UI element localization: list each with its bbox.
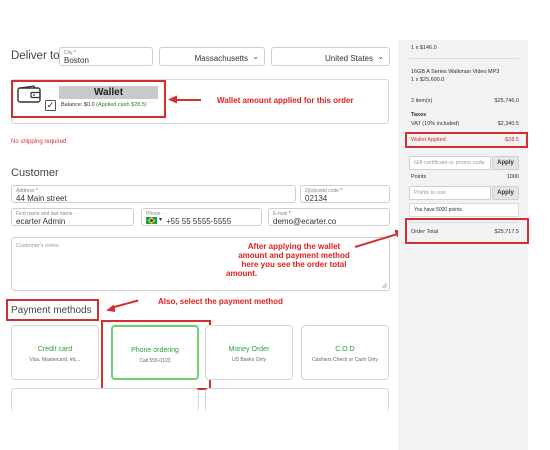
annotation-arrow	[173, 99, 201, 101]
items-total: $25,746.0	[494, 98, 519, 104]
cart-item-line: 1 x $146.0	[411, 45, 437, 51]
phone-value: +55 55 5555-5555	[166, 217, 232, 226]
brazil-flag-icon	[146, 216, 157, 225]
shipping-notice: No shipping required	[11, 139, 67, 145]
payment-method-name: Phone ordering	[131, 347, 179, 354]
customer-heading: Customer	[11, 167, 59, 179]
cart-item-name: 16GB A Series Walkman Video MP3	[411, 69, 500, 75]
chevron-down-icon[interactable]: ▾	[159, 216, 162, 223]
payment-method-credit-card[interactable]: Credit card Visa, Mastercard, etc...	[11, 325, 99, 380]
vat-label: VAT (10% included)	[411, 121, 459, 127]
city-field[interactable]: City * Boston	[59, 47, 153, 66]
zip-value: 02134	[305, 194, 328, 203]
notes-placeholder: Customer's notes	[16, 243, 59, 249]
payment-method-name: C.O.D	[335, 346, 355, 353]
name-field[interactable]: First name and last name ecarter Admin	[11, 208, 134, 226]
address-field[interactable]: Address * 44 Main street	[11, 185, 296, 203]
payment-heading: Payment methods	[11, 305, 92, 316]
resize-handle-icon[interactable]	[382, 283, 387, 288]
wallet-icon	[17, 85, 41, 103]
apply-points-button[interactable]: Apply	[492, 186, 519, 200]
payment-method-cod[interactable]: C.O.D Cashiers Check or Cash Only	[301, 325, 389, 380]
arrowhead-icon	[106, 305, 115, 313]
name-value: ecarter Admin	[16, 217, 66, 226]
apply-promo-button[interactable]: Apply	[492, 156, 519, 170]
promo-code-input[interactable]: Gift certificate or promo code	[409, 156, 491, 170]
points-value: 1000	[506, 174, 519, 180]
annotation-line: here you see the order total	[241, 260, 347, 269]
wallet-applied-value: -$28.5	[503, 137, 519, 143]
order-total-label: Order Total	[411, 229, 439, 235]
city-value: Boston	[64, 56, 89, 65]
payment-method-phone-ordering[interactable]: Phone ordering Call 555-0123	[111, 325, 199, 380]
points-note: You have 5000 points.	[414, 207, 464, 213]
state-select[interactable]: Massachusetts ⌄	[159, 47, 265, 66]
chevron-down-icon: ⌄	[377, 52, 384, 61]
annotation-arrow	[113, 299, 139, 308]
points-label: Points	[411, 174, 427, 180]
payment-method-desc: Call 555-0123	[139, 358, 171, 364]
taxes-heading: Taxes	[411, 112, 427, 118]
email-value: demo@ecarter.co	[273, 217, 337, 226]
payment-method-card-partial[interactable]	[11, 388, 199, 412]
payment-method-desc: Visa, Mastercard, etc...	[29, 357, 81, 363]
country-select[interactable]: United States ⌄	[271, 47, 390, 66]
wallet-applied-cash: (Applied cash $28.5)	[96, 102, 147, 108]
address-value: 44 Main street	[16, 194, 67, 203]
wallet-annotation: Wallet amount applied for this order	[217, 96, 354, 105]
wallet-balance: Balance: $0.0 (Applied cash $28.5)	[61, 102, 147, 108]
chevron-down-icon: ⌄	[252, 52, 259, 61]
divider	[409, 58, 519, 59]
payment-method-desc: US Banks Only	[232, 357, 266, 363]
divider	[409, 222, 519, 223]
annotation-line: amount.	[226, 269, 258, 278]
wallet-balance-amount: Balance: $0.0	[61, 102, 95, 108]
wallet-title: Wallet	[59, 86, 158, 99]
annotation-line: amount and payment method	[238, 251, 350, 260]
items-count: 2 item(s)	[411, 98, 433, 104]
phone-field[interactable]: Phone ▾ +55 55 5555-5555	[141, 208, 262, 226]
arrowhead-icon	[168, 95, 177, 104]
vat-value: $2,340.5	[497, 121, 519, 127]
email-field[interactable]: E-mail * demo@ecarter.co	[268, 208, 390, 226]
payment-method-money-order[interactable]: Money Order US Banks Only	[205, 325, 293, 380]
country-value: United States	[324, 54, 373, 63]
zip-field[interactable]: Zip/postal code * 02134	[300, 185, 390, 203]
payment-method-desc: Cashiers Check or Cash Only	[312, 357, 378, 363]
deliver-to-label: Deliver to	[11, 50, 60, 62]
payment-method-card-partial[interactable]	[205, 388, 389, 412]
payment-method-name: Money Order	[228, 346, 270, 353]
order-total-annotation: After applying the wallet amount and pay…	[199, 242, 389, 278]
wallet-applied-label: Wallet Applied	[411, 137, 446, 143]
cart-item-line: 1 x $25,600.0	[411, 77, 445, 83]
points-input[interactable]: Points to use	[409, 186, 491, 200]
points-info-box: You have 5000 points.	[409, 203, 519, 217]
payment-method-name: Credit card	[37, 346, 73, 353]
wallet-checkbox[interactable]: ✓	[45, 100, 56, 111]
payment-annotation: Also, select the payment method	[158, 297, 283, 306]
state-value: Massachusetts	[194, 54, 248, 63]
order-total-value: $25,717.5	[494, 229, 519, 235]
